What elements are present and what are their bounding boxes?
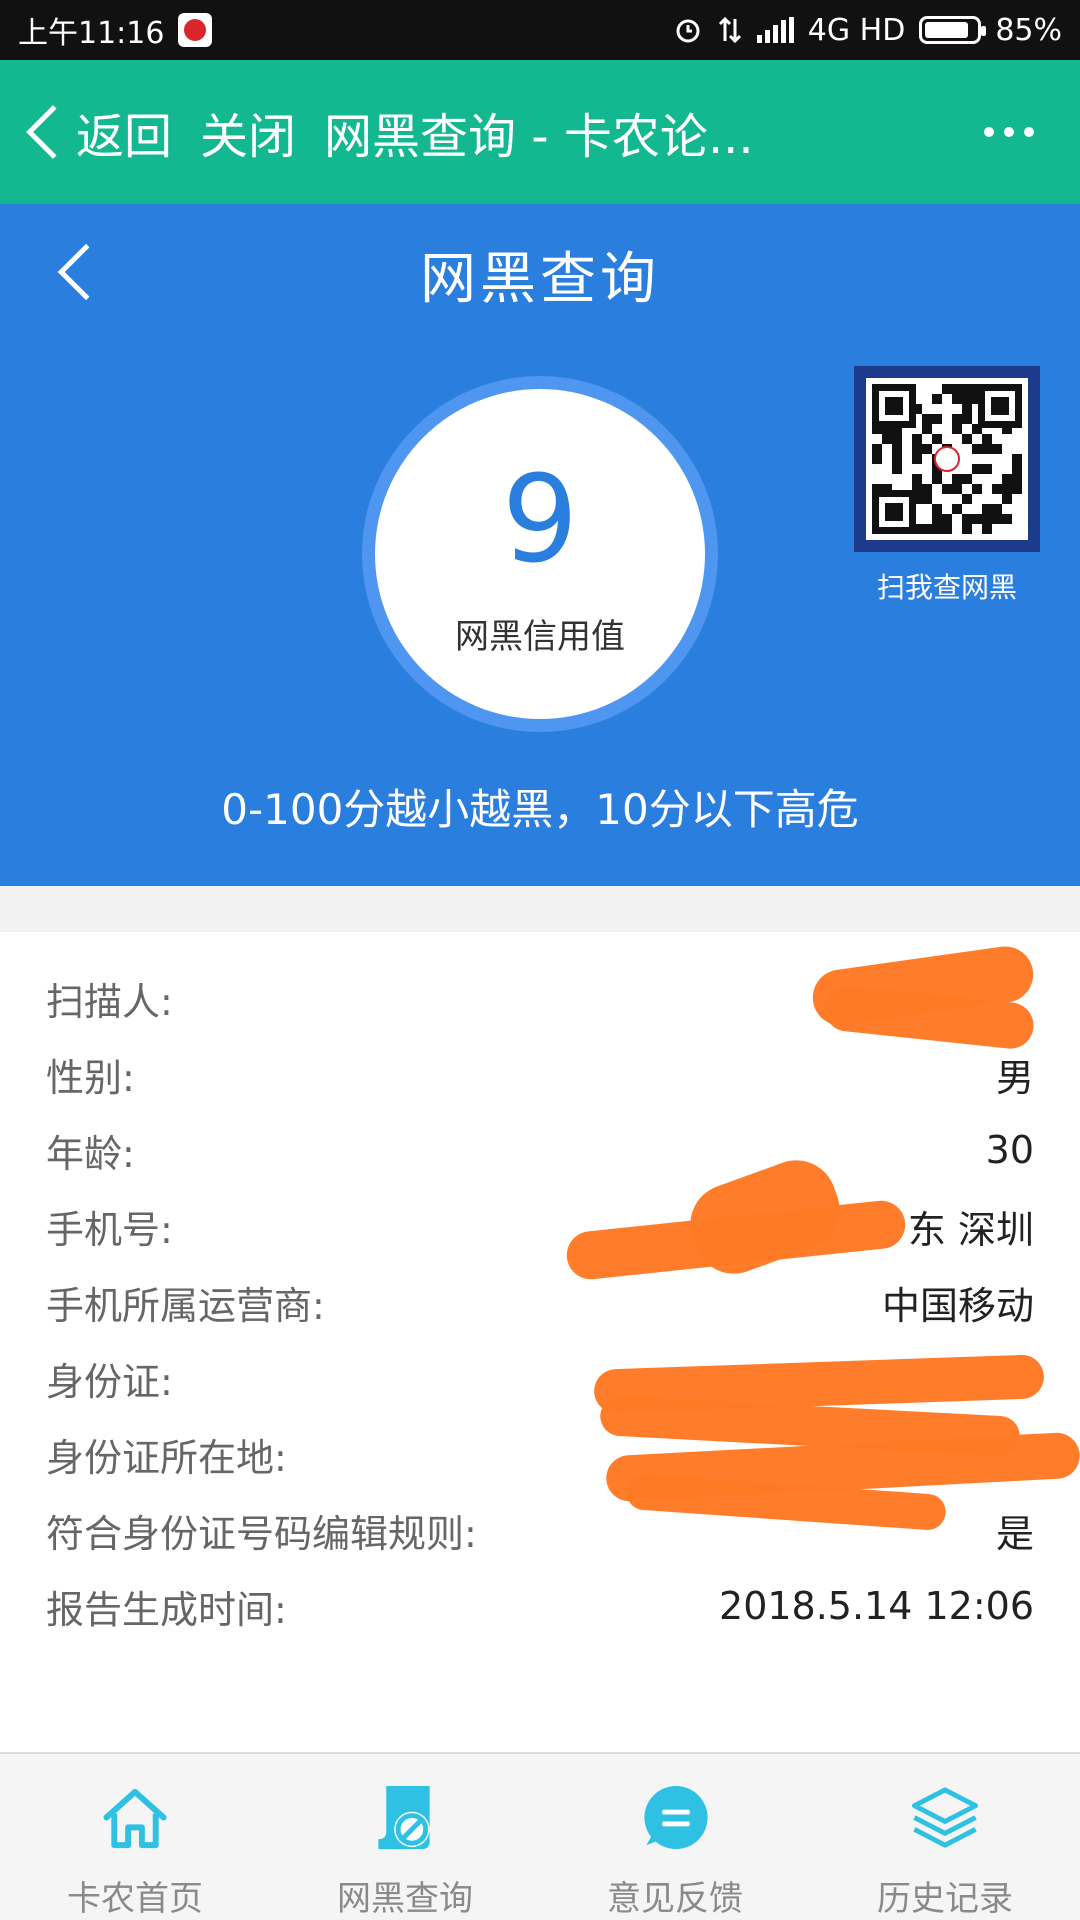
nav-blacklist-search[interactable]: 网黑查询 xyxy=(270,1754,540,1920)
hero-section: 网黑查询 9 网黑信用值 扫我查网黑 0-100分越小越黑，10分以下高危 xyxy=(0,204,1080,886)
info-label: 性别: xyxy=(46,1055,135,1100)
info-label: 报告生成时间: xyxy=(46,1587,287,1632)
info-label: 扫描人: xyxy=(46,979,173,1024)
more-menu-icon[interactable] xyxy=(984,127,1034,137)
score-description: 0-100分越小越黑，10分以下高危 xyxy=(221,785,859,834)
nav-label: 网黑查询 xyxy=(337,1879,473,1919)
credit-score-label: 网黑信用值 xyxy=(455,616,625,657)
info-label: 身份证: xyxy=(46,1359,173,1404)
battery-icon xyxy=(919,16,987,44)
network-type: 4G HD xyxy=(807,12,906,48)
page-title: 网黑查询 xyxy=(420,247,660,312)
bottom-nav: 卡农首页 网黑查询 意见反馈 历史记录 xyxy=(0,1752,1080,1920)
data-transfer-icon xyxy=(718,16,741,44)
battery-percent: 85% xyxy=(995,12,1062,48)
qr-caption: 扫我查网黑 xyxy=(876,571,1017,604)
info-row-carrier: 手机所属运营商: 中国移动 xyxy=(46,1272,1034,1332)
nav-label: 卡农首页 xyxy=(67,1879,203,1919)
nav-label: 意见反馈 xyxy=(607,1879,743,1919)
info-label: 年龄: xyxy=(46,1131,135,1176)
signal-icon xyxy=(756,17,794,43)
history-layers-icon xyxy=(911,1787,979,1848)
info-value: 男 xyxy=(995,1055,1034,1100)
info-row-age: 年龄: 30 xyxy=(46,1120,1034,1180)
feedback-icon xyxy=(644,1785,708,1850)
status-time: 上午11:16 xyxy=(18,16,165,51)
score-gauge: 9 网黑信用值 xyxy=(362,376,718,732)
info-label: 手机所属运营商: xyxy=(46,1283,325,1328)
nav-history[interactable]: 历史记录 xyxy=(810,1754,1080,1920)
back-chevron-icon[interactable] xyxy=(26,105,80,159)
info-value: 是 xyxy=(995,1511,1034,1556)
info-value: 30 xyxy=(985,1128,1034,1172)
info-value: 中国移动 xyxy=(881,1283,1034,1328)
back-button[interactable]: 返回 xyxy=(76,97,172,167)
qr-logo-icon xyxy=(934,446,960,472)
close-button[interactable]: 关闭 xyxy=(200,97,296,167)
info-label: 身份证所在地: xyxy=(46,1435,287,1480)
blacklist-search-icon xyxy=(378,1785,430,1850)
app-notification-icon xyxy=(178,13,213,47)
nav-home[interactable]: 卡农首页 xyxy=(0,1754,270,1920)
info-value: 东 深圳 xyxy=(907,1207,1034,1252)
info-row-gender: 性别: 男 xyxy=(46,1044,1034,1104)
nav-feedback[interactable]: 意见反馈 xyxy=(540,1754,810,1920)
webview-title: 网黑查询 - 卡农论... xyxy=(324,109,754,165)
status-bar: 上午11:16 4G HD 85% xyxy=(0,0,1080,60)
alarm-icon xyxy=(676,19,700,43)
score-circle: 9 网黑信用值 xyxy=(375,389,705,719)
credit-score: 9 xyxy=(501,450,579,590)
qr-code[interactable] xyxy=(854,366,1040,552)
info-label: 手机号: xyxy=(46,1207,173,1252)
info-list: 扫描人: 性别: 男 年龄: 30 手机号: 东 深圳 手机所属运营商: 中国移… xyxy=(0,932,1080,1752)
info-value: 2018.5.14 12:06 xyxy=(719,1584,1034,1628)
home-icon xyxy=(103,1788,167,1849)
info-row-report-time: 报告生成时间: 2018.5.14 12:06 xyxy=(46,1576,1034,1636)
webview-header: 返回 关闭 网黑查询 - 卡农论... xyxy=(0,60,1080,204)
nav-label: 历史记录 xyxy=(877,1879,1013,1919)
info-label: 符合身份证号码编辑规则: xyxy=(46,1511,477,1556)
